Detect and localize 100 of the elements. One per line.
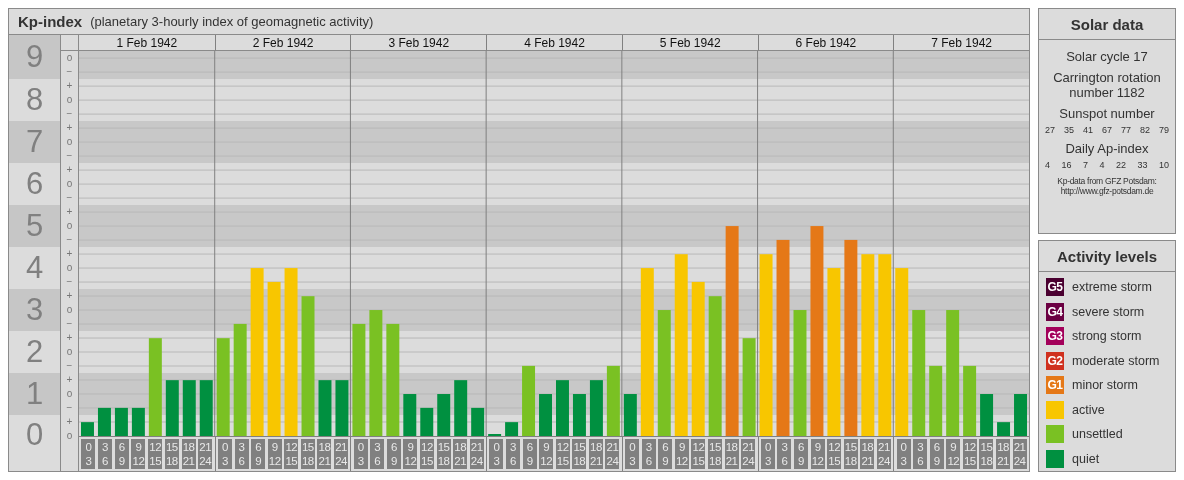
kp-bar: [589, 380, 603, 436]
sunspot-value: 41: [1082, 125, 1093, 135]
sunspot-label: Sunspot number: [1058, 106, 1156, 121]
source-link[interactable]: http://www.gfz-potsdam.de: [1060, 186, 1154, 196]
panel-title: Activity levels: [1039, 241, 1175, 272]
source-text: Kp-data from GFZ Potsdam:: [1057, 176, 1157, 186]
hour-range-label: 12 15: [420, 439, 434, 469]
hour-range-label: 0 3: [625, 439, 640, 469]
level-label: quiet: [1072, 451, 1100, 466]
minor-tick-label: +: [66, 249, 73, 259]
kp-tick-label: 5: [9, 205, 60, 247]
hour-range-label: 21 24: [1012, 439, 1027, 469]
minor-tick-label: o: [66, 263, 73, 273]
level-label: severe storm: [1072, 304, 1145, 319]
hour-range-label: 15 18: [300, 439, 315, 469]
chart-subtitle: (planetary 3-hourly index of geomagnetic activity): [90, 14, 374, 29]
date-label: 2 Feb 1942: [252, 35, 314, 50]
hour-range-label: 9 12: [403, 439, 418, 469]
hour-range-label: 6 9: [929, 439, 944, 469]
hour-range-label: 3 6: [506, 439, 520, 469]
minor-tick-label: +: [66, 207, 73, 217]
ap-value: 4: [1045, 160, 1050, 170]
minor-tick-label: −: [66, 277, 73, 287]
hour-range-label: 15 18: [572, 439, 587, 469]
kp-tick-label: 3: [9, 289, 60, 331]
minor-tick-label: o: [66, 53, 73, 63]
kp-bar: [318, 380, 332, 436]
level-badge: G5: [1046, 278, 1064, 296]
kp-bar: [420, 407, 434, 436]
hour-range-label: 6 9: [794, 439, 808, 469]
ap-value: 22: [1115, 160, 1126, 170]
hour-range-label: 6 9: [522, 439, 537, 469]
hour-range-label: 12 15: [555, 439, 570, 469]
hour-range-label: 6 9: [114, 439, 129, 469]
hour-range-label: 0 3: [760, 439, 775, 469]
hour-range-label: 21 24: [741, 439, 756, 469]
hour-range-label: 12 15: [284, 439, 299, 469]
kp-tick-label: 9: [9, 35, 60, 79]
hour-range-label: 18 21: [724, 439, 739, 469]
minor-tick-label: o: [66, 137, 73, 147]
minor-tick-label: −: [66, 403, 73, 413]
kp-bar: [963, 365, 977, 436]
hour-range-label: 9 12: [810, 439, 825, 469]
minor-tick-label: −: [66, 67, 73, 77]
hour-range-label: 12 15: [691, 439, 706, 469]
hour-range-label: 0 3: [353, 439, 368, 469]
minor-tick-label: o: [66, 179, 73, 189]
kp-bar: [199, 380, 213, 436]
minor-tick-label: +: [66, 81, 73, 91]
kp-bar: [623, 394, 637, 436]
level-label: unsettled: [1072, 427, 1123, 441]
hour-range-label: 18 21: [860, 439, 875, 469]
kp-bar: [980, 394, 994, 436]
sunspot-value: 82: [1139, 125, 1150, 135]
hour-range-label: 21 24: [876, 439, 891, 469]
kp-bar: [572, 394, 586, 436]
minor-tick-label: +: [66, 165, 73, 175]
ap-value: 16: [1061, 160, 1072, 170]
solar-cycle-text: Solar cycle 17: [1065, 49, 1149, 64]
sunspot-value: 67: [1101, 125, 1112, 135]
level-label: minor storm: [1072, 378, 1138, 392]
kp-bar: [437, 394, 451, 436]
sunspot-value: 77: [1120, 125, 1131, 135]
hour-range-label: 3 6: [641, 439, 656, 469]
kp-bar: [522, 365, 536, 436]
hour-range-label: 15 18: [164, 439, 179, 469]
minor-tick-label: +: [66, 291, 73, 301]
minor-tick-label: +: [66, 375, 73, 385]
hour-range-label: 12 15: [962, 439, 977, 469]
hour-range-label: 15 18: [843, 439, 858, 469]
hour-range-label: 21 24: [469, 439, 484, 469]
kp-bar: [114, 407, 128, 436]
minor-tick-label: −: [66, 151, 73, 161]
hour-range-label: 15 18: [979, 439, 994, 469]
level-label: moderate storm: [1072, 353, 1160, 368]
hour-range-label: 3 6: [370, 439, 385, 469]
kp-bar: [1014, 394, 1027, 436]
hour-range-label: 9 12: [674, 439, 689, 469]
kp-tick-label: 7: [9, 121, 60, 163]
level-label: strong storm: [1072, 329, 1142, 343]
ap-value: 10: [1158, 160, 1169, 170]
hour-range-label: 18 21: [996, 439, 1011, 469]
level-badge: G2: [1046, 351, 1064, 370]
kp-bar: [539, 394, 552, 436]
minor-tick-label: −: [66, 193, 73, 203]
sunspot-value: 35: [1064, 125, 1074, 135]
hour-range-label: 3 6: [98, 439, 113, 469]
minor-tick-label: o: [66, 347, 73, 357]
level-badge: G4: [1046, 302, 1064, 321]
minor-tick-label: −: [66, 235, 73, 245]
hour-range-label: 18 21: [317, 439, 332, 469]
ap-value: 4: [1099, 160, 1105, 170]
hour-range-label: 9 12: [267, 439, 282, 469]
minor-tick-label: +: [66, 333, 73, 343]
kp-bar: [997, 422, 1011, 436]
hour-range-label: 0 3: [218, 439, 232, 469]
hour-range-label: 3 6: [234, 439, 249, 469]
hour-range-label: 18 21: [181, 439, 196, 469]
kp-bar: [131, 407, 145, 436]
kp-bar: [182, 380, 196, 436]
